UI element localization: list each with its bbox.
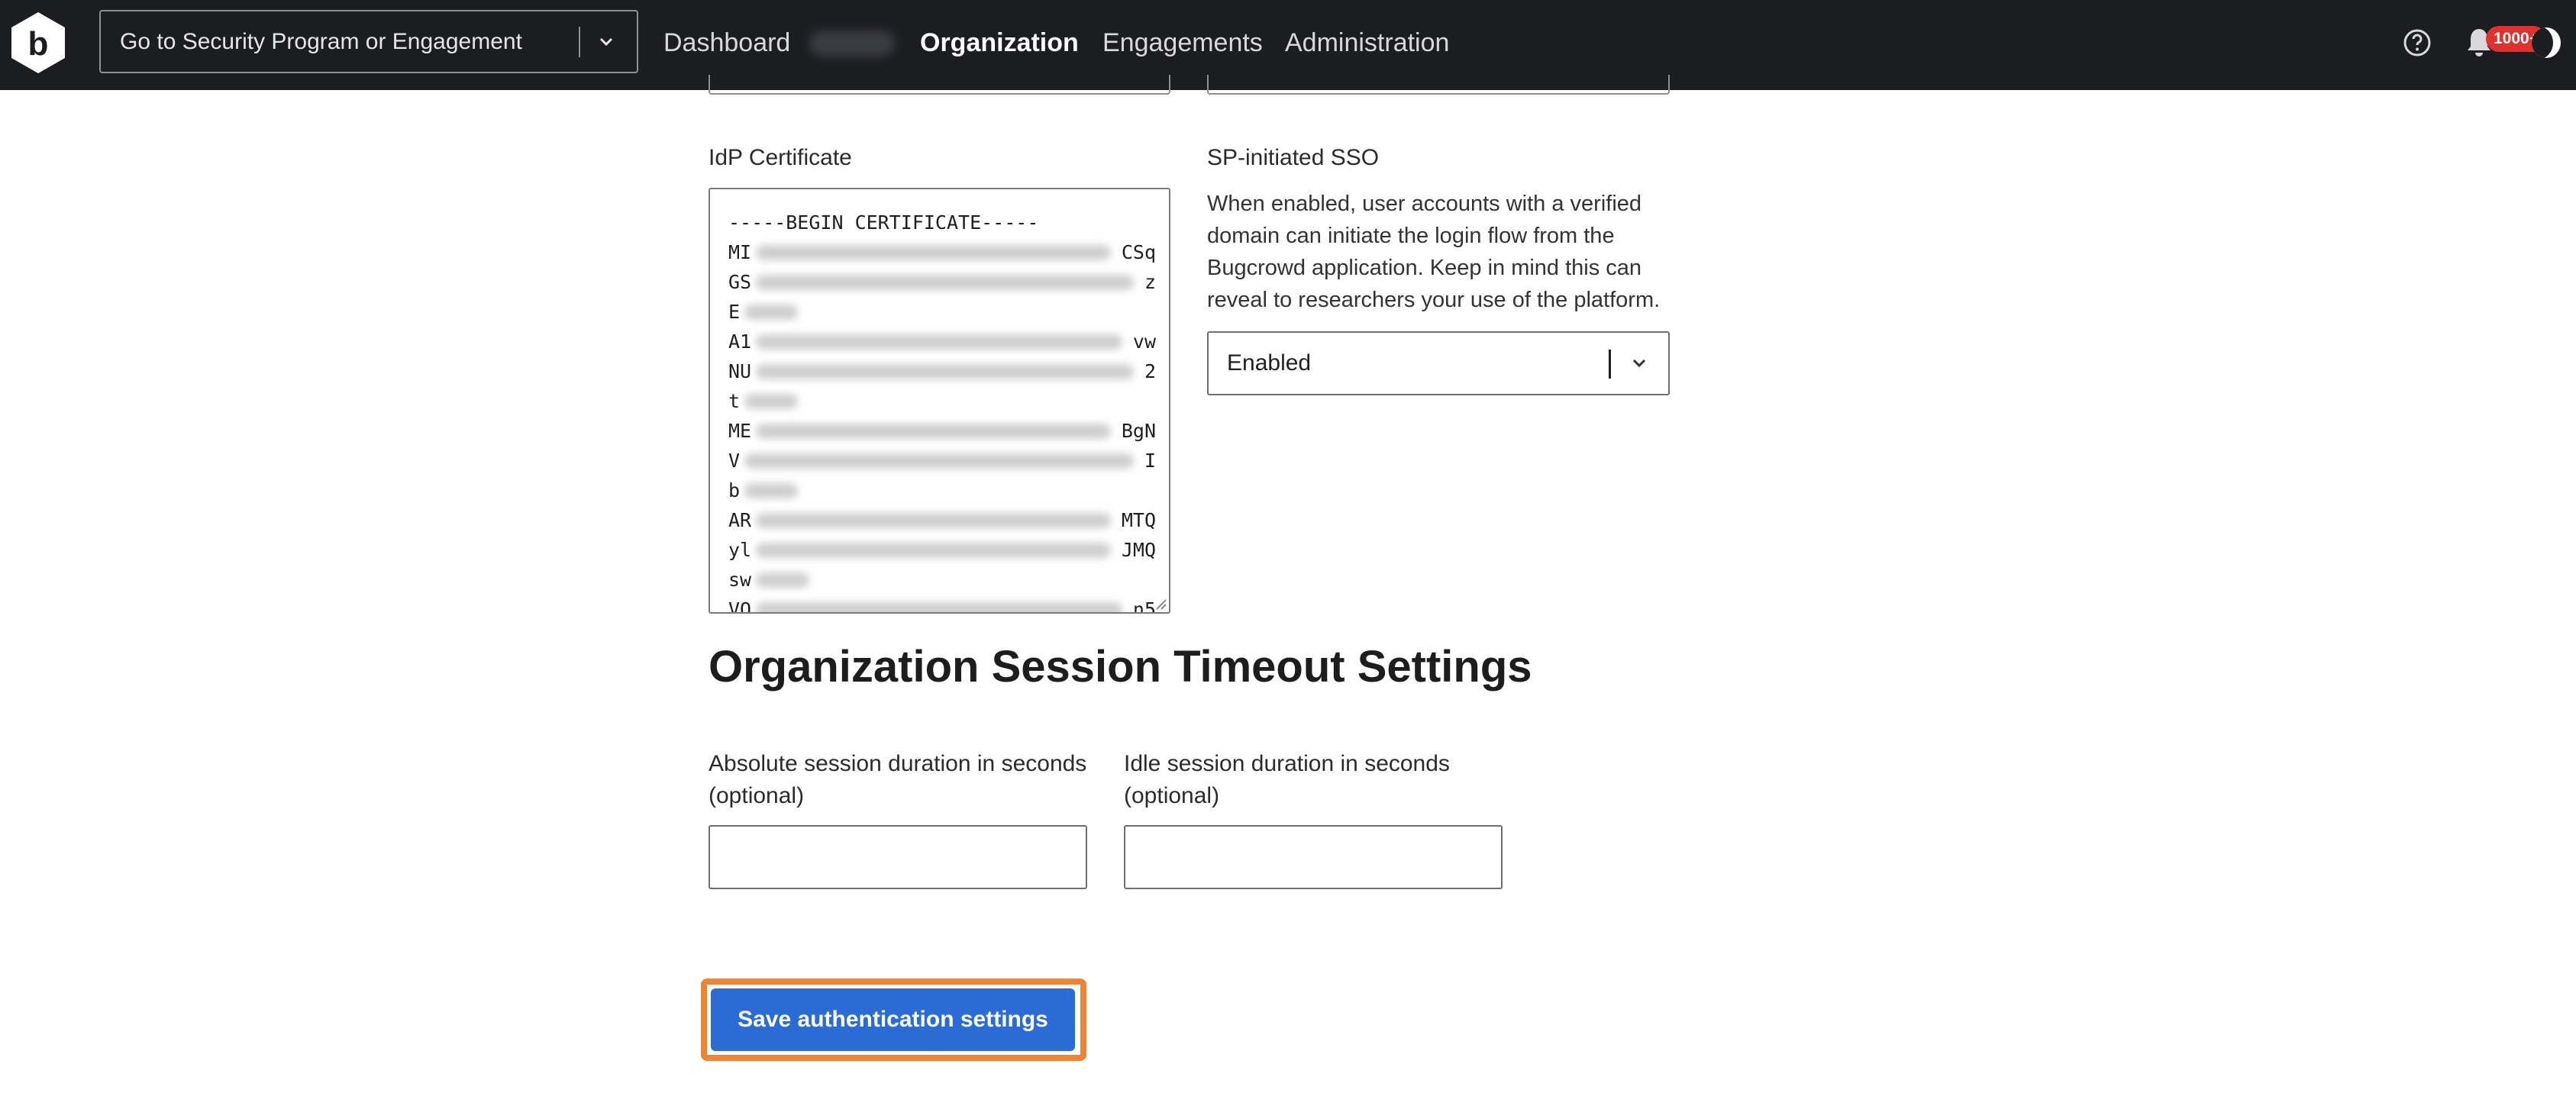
redacted-text [756, 334, 1122, 350]
nav-dashboard[interactable]: Dashboard [663, 0, 790, 85]
redacted-text [756, 364, 1134, 379]
certificate-line: A1 vw [728, 327, 1156, 356]
absolute-session-input[interactable] [709, 825, 1087, 889]
nav-organization[interactable]: Organization [920, 0, 1079, 85]
absolute-session-label: Absolute session duration in seconds (op… [709, 751, 1087, 808]
question-circle-icon[interactable] [2402, 27, 2432, 58]
redacted-text [744, 394, 798, 409]
text-cursor [1609, 350, 1611, 379]
certificate-line-head: ME [728, 420, 752, 442]
previous-field-bottom [1207, 75, 1670, 95]
redacted-text [756, 543, 1111, 558]
redacted-text [744, 453, 1134, 469]
certificate-line: b [728, 476, 1156, 505]
idle-session-input[interactable] [1124, 825, 1503, 889]
redacted-text [756, 424, 1111, 439]
program-select[interactable]: Go to Security Program or Engagement [99, 10, 638, 73]
certificate-line-tail: z [1144, 271, 1156, 293]
redacted-text [756, 275, 1134, 290]
certificate-line-tail: MTQ [1121, 509, 1156, 531]
certificate-content: -----BEGIN CERTIFICATE----- MI CSq GS z E A1 vw… [728, 208, 1156, 614]
certificate-line-tail: vw [1132, 330, 1156, 353]
certificate-line: MI CSq [728, 237, 1156, 267]
certificate-line-head: NU [728, 360, 752, 382]
certificate-line-head: t [728, 390, 741, 412]
nav-administration[interactable]: Administration [1285, 0, 1449, 85]
certificate-line-tail: BgN [1121, 420, 1156, 442]
redacted-text [744, 305, 798, 320]
certificate-line-head: V [728, 450, 741, 472]
redacted-text [756, 513, 1111, 528]
sp-initiated-sso-select[interactable]: Enabled [1207, 331, 1670, 395]
sp-initiated-sso-value: Enabled [1227, 350, 1312, 376]
idp-certificate-textarea[interactable]: -----BEGIN CERTIFICATE----- MI CSq GS z E A1 vw… [709, 188, 1170, 614]
chevron-down-icon[interactable] [592, 28, 620, 56]
previous-field-bottom [709, 75, 1170, 95]
idle-session-label: Idle session duration in seconds (option… [1124, 751, 1450, 808]
redacted-text [744, 483, 798, 498]
certificate-line-tail: CSq [1121, 241, 1156, 263]
avatar[interactable] [2532, 27, 2561, 58]
idp-certificate-label: IdP Certificate [709, 145, 852, 170]
certificate-line: NU 2 [728, 356, 1156, 386]
save-authentication-settings-button[interactable]: Save authentication settings [711, 988, 1075, 1051]
certificate-line: AR MTQ [728, 505, 1156, 535]
svg-text:b: b [28, 25, 49, 63]
nav-redacted-item[interactable] [809, 31, 895, 56]
redacted-text [756, 602, 1122, 612]
certificate-line-tail: JMQ [1121, 539, 1156, 561]
certificate-line-head: sw [728, 569, 752, 591]
redacted-text [756, 245, 1111, 260]
session-timeout-title: Organization Session Timeout Settings [709, 642, 1532, 692]
certificate-line: yl JMQ [728, 535, 1156, 565]
certificate-line: VI [728, 446, 1156, 476]
certificate-line-head: -----BEGIN CERTIFICATE----- [728, 211, 1039, 234]
certificate-line: E [728, 297, 1156, 327]
certificate-line: GS z [728, 267, 1156, 297]
certificate-line-tail: 2 [1144, 360, 1156, 382]
select-separator [579, 27, 580, 57]
redacted-text [756, 572, 809, 588]
certificate-line-head: VO [728, 598, 752, 614]
nav-engagements[interactable]: Engagements [1102, 0, 1263, 85]
certificate-line: ME BgN [728, 416, 1156, 446]
sp-initiated-sso-label: SP-initiated SSO [1207, 145, 1380, 170]
certificate-line: -----BEGIN CERTIFICATE----- [728, 208, 1156, 237]
bugcrowd-logo-icon[interactable]: b [6, 11, 70, 75]
certificate-line: VO n5 [728, 595, 1156, 614]
certificate-line-head: E [728, 301, 741, 323]
certificate-line-head: MI [728, 241, 752, 263]
resize-handle-icon[interactable] [1152, 595, 1167, 611]
certificate-line-head: A1 [728, 330, 752, 353]
program-select-placeholder: Go to Security Program or Engagement [120, 29, 522, 54]
certificate-line: t [728, 386, 1156, 416]
sp-initiated-sso-description: When enabled, user accounts with a verif… [1207, 192, 1661, 312]
chevron-down-icon[interactable] [1625, 350, 1653, 377]
certificate-line-head: GS [728, 271, 752, 293]
certificate-line-head: yl [728, 539, 752, 561]
certificate-line-head: AR [728, 509, 752, 531]
certificate-line-tail: I [1144, 450, 1156, 472]
certificate-line-head: b [728, 479, 741, 501]
certificate-line: sw [728, 565, 1156, 595]
